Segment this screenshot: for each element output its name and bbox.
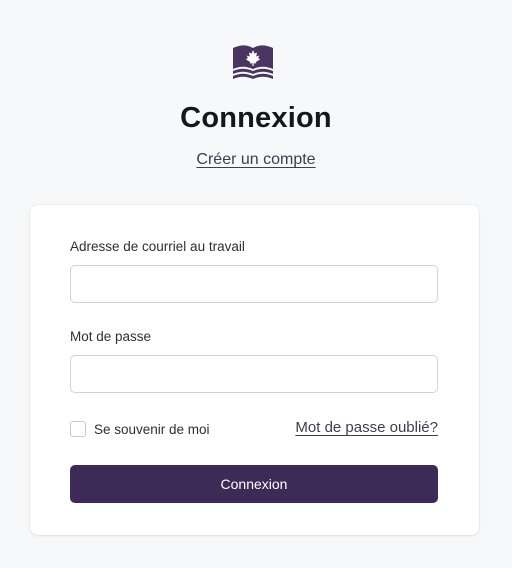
email-label: Adresse de courriel au travail xyxy=(70,239,245,254)
password-label: Mot de passe xyxy=(70,329,152,344)
forgot-password-link[interactable]: Mot de passe oublié? xyxy=(295,419,438,436)
login-button[interactable]: Connexion xyxy=(70,465,438,503)
remember-me-label[interactable]: Se souvenir de moi xyxy=(94,422,210,437)
password-field[interactable] xyxy=(70,355,438,393)
login-page: Connexion Créer un compte Adresse de cou… xyxy=(0,0,512,568)
login-card: Adresse de courriel au travail Mot de pa… xyxy=(30,205,479,535)
brand-logo xyxy=(232,42,274,80)
page-title: Connexion xyxy=(180,102,332,134)
email-field[interactable] xyxy=(70,265,438,303)
maple-leaf-waves-icon xyxy=(233,45,273,79)
create-account-wrapper: Créer un compte xyxy=(0,151,512,169)
remember-me-row: Se souvenir de moi xyxy=(70,420,210,438)
remember-me-checkbox[interactable] xyxy=(70,421,86,437)
create-account-link[interactable]: Créer un compte xyxy=(196,151,315,168)
